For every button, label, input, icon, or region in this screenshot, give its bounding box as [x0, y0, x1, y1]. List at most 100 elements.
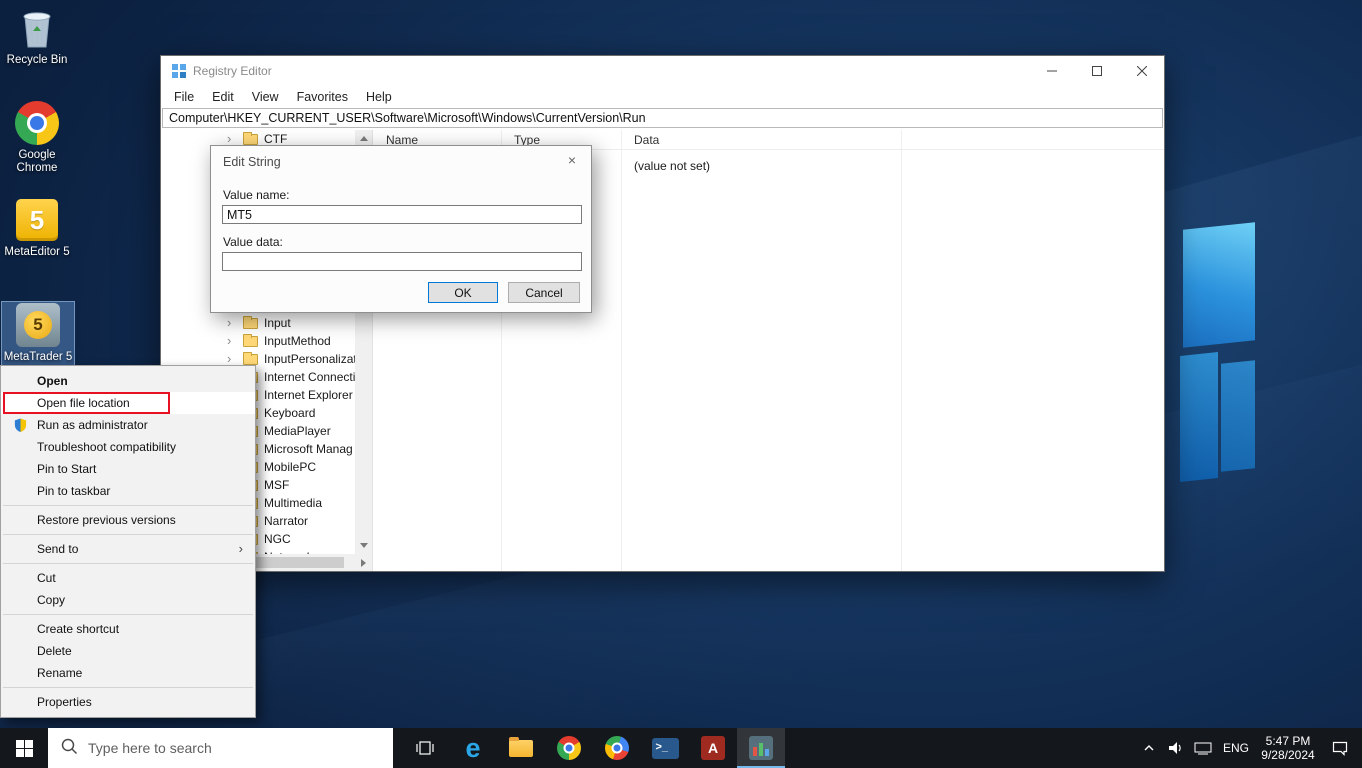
context-item-rename[interactable]: Rename: [1, 662, 255, 684]
tray-show-hidden-icons[interactable]: [1136, 728, 1162, 768]
context-item-run-as-administrator[interactable]: Run as administrator: [1, 414, 255, 436]
context-item-pin-to-taskbar[interactable]: Pin to taskbar: [1, 480, 255, 502]
context-item-label: Run as administrator: [37, 418, 148, 432]
context-item-label: Copy: [37, 593, 65, 607]
desktop-icon-recycle-bin[interactable]: Recycle Bin: [1, 5, 73, 67]
tree-item-label: NGC: [264, 532, 291, 546]
column-divider[interactable]: [621, 130, 622, 571]
folder-icon: [243, 354, 258, 365]
tree-item-label: Narrator: [264, 514, 308, 528]
context-item-copy[interactable]: Copy: [1, 589, 255, 611]
column-header-data[interactable]: Data: [621, 130, 901, 150]
tray-action-center[interactable]: [1322, 728, 1358, 768]
scroll-up-icon[interactable]: [360, 136, 368, 141]
scroll-down-icon[interactable]: [360, 543, 368, 548]
windows-logo-icon: [16, 740, 33, 757]
taskbar-app-file-explorer[interactable]: [497, 728, 545, 768]
edit-string-dialog: Edit String Value name: Value data: OK C…: [210, 145, 592, 313]
context-item-label: Pin to Start: [37, 462, 96, 476]
title-bar[interactable]: Registry Editor: [161, 56, 1164, 86]
dialog-close-icon[interactable]: [553, 146, 591, 174]
search-input[interactable]: [88, 740, 348, 756]
menu-separator: [3, 505, 253, 506]
context-item-label: Send to: [37, 542, 78, 556]
taskbar-search[interactable]: [48, 728, 393, 768]
tree-item-label: Multimedia: [264, 496, 322, 510]
desktop-icon-label: Google Chrome: [1, 149, 73, 175]
context-item-label: Rename: [37, 666, 82, 680]
edge-icon: [465, 735, 480, 762]
menu-view[interactable]: View: [243, 86, 288, 108]
minimize-button[interactable]: [1029, 56, 1074, 86]
address-bar[interactable]: Computer\HKEY_CURRENT_USER\Software\Micr…: [162, 108, 1163, 128]
taskbar-app-edge[interactable]: [449, 728, 497, 768]
menu-separator: [3, 687, 253, 688]
scroll-right-icon[interactable]: [361, 559, 366, 567]
context-item-send-to[interactable]: Send to: [1, 538, 255, 560]
tree-item[interactable]: InputMethod: [161, 332, 372, 350]
recycle-bin-icon: [1, 5, 73, 51]
wallpaper-light-block: [1180, 352, 1218, 482]
taskbar-app-access[interactable]: [689, 728, 737, 768]
tray-clock[interactable]: 5:47 PM 9/28/2024: [1254, 728, 1322, 768]
context-item-troubleshoot[interactable]: Troubleshoot compatibility: [1, 436, 255, 458]
wallpaper-light-block: [1221, 360, 1255, 472]
search-icon: [60, 737, 78, 760]
context-item-create-shortcut[interactable]: Create shortcut: [1, 618, 255, 640]
taskbar-app-metatrader[interactable]: [737, 728, 785, 768]
system-tray: ENG 5:47 PM 9/28/2024: [1136, 728, 1362, 768]
context-item-open[interactable]: Open: [1, 370, 255, 392]
tray-touch-keyboard[interactable]: [1188, 728, 1218, 768]
value-data-input[interactable]: [222, 252, 582, 271]
tree-item-label: Internet Explorer: [264, 388, 353, 402]
red-a-app-icon: [701, 736, 725, 760]
tree-item[interactable]: Input: [161, 314, 372, 332]
tray-volume[interactable]: [1162, 728, 1188, 768]
context-item-open-file-location[interactable]: Open file location: [1, 392, 255, 414]
menu-help[interactable]: Help: [357, 86, 401, 108]
tree-item-label: MediaPlayer: [264, 424, 331, 438]
maximize-button[interactable]: [1074, 56, 1119, 86]
chrome-icon: [1, 100, 73, 146]
chevron-right-icon[interactable]: [227, 314, 231, 331]
menu-separator: [3, 534, 253, 535]
tray-language[interactable]: ENG: [1218, 728, 1254, 768]
start-button[interactable]: [0, 728, 48, 768]
tree-item-label: Microsoft Manag: [264, 442, 353, 456]
menu-edit[interactable]: Edit: [203, 86, 243, 108]
menu-file[interactable]: File: [165, 86, 203, 108]
context-item-properties[interactable]: Properties: [1, 691, 255, 713]
column-divider[interactable]: [901, 130, 902, 571]
tree-item-label: Internet Connecti: [264, 370, 355, 384]
chevron-right-icon[interactable]: [227, 332, 231, 349]
value-name-input[interactable]: [222, 205, 582, 224]
scrollbar-thumb[interactable]: [256, 557, 344, 568]
taskbar: ENG 5:47 PM 9/28/2024: [0, 728, 1362, 768]
context-item-restore-previous-versions[interactable]: Restore previous versions: [1, 509, 255, 531]
context-item-label: Create shortcut: [37, 622, 119, 636]
context-menu: Open Open file location Run as administr…: [0, 365, 256, 718]
desktop-icon-metatrader[interactable]: MetaTrader 5: [2, 302, 74, 366]
context-item-pin-to-start[interactable]: Pin to Start: [1, 458, 255, 480]
context-item-delete[interactable]: Delete: [1, 640, 255, 662]
tree-item-label: MobilePC: [264, 460, 316, 474]
context-item-cut[interactable]: Cut: [1, 567, 255, 589]
task-view-button[interactable]: [401, 728, 449, 768]
powershell-icon: [652, 738, 679, 759]
cancel-button[interactable]: Cancel: [508, 282, 580, 303]
taskbar-app-powershell[interactable]: [641, 728, 689, 768]
taskbar-app-google[interactable]: [593, 728, 641, 768]
close-button[interactable]: [1119, 56, 1164, 86]
context-item-label: Troubleshoot compatibility: [37, 440, 176, 454]
menu-favorites[interactable]: Favorites: [288, 86, 357, 108]
taskbar-app-chrome[interactable]: [545, 728, 593, 768]
window-title: Registry Editor: [193, 64, 272, 78]
file-explorer-icon: [509, 740, 533, 757]
value-not-set-text: (value not set): [634, 159, 710, 173]
desktop-icon-metaeditor[interactable]: MetaEditor 5: [1, 197, 73, 259]
tray-date: 9/28/2024: [1261, 748, 1314, 762]
desktop-icon-google-chrome[interactable]: Google Chrome: [1, 100, 73, 175]
ok-button[interactable]: OK: [428, 282, 498, 303]
menu-separator: [3, 563, 253, 564]
chrome-icon: [557, 736, 581, 760]
